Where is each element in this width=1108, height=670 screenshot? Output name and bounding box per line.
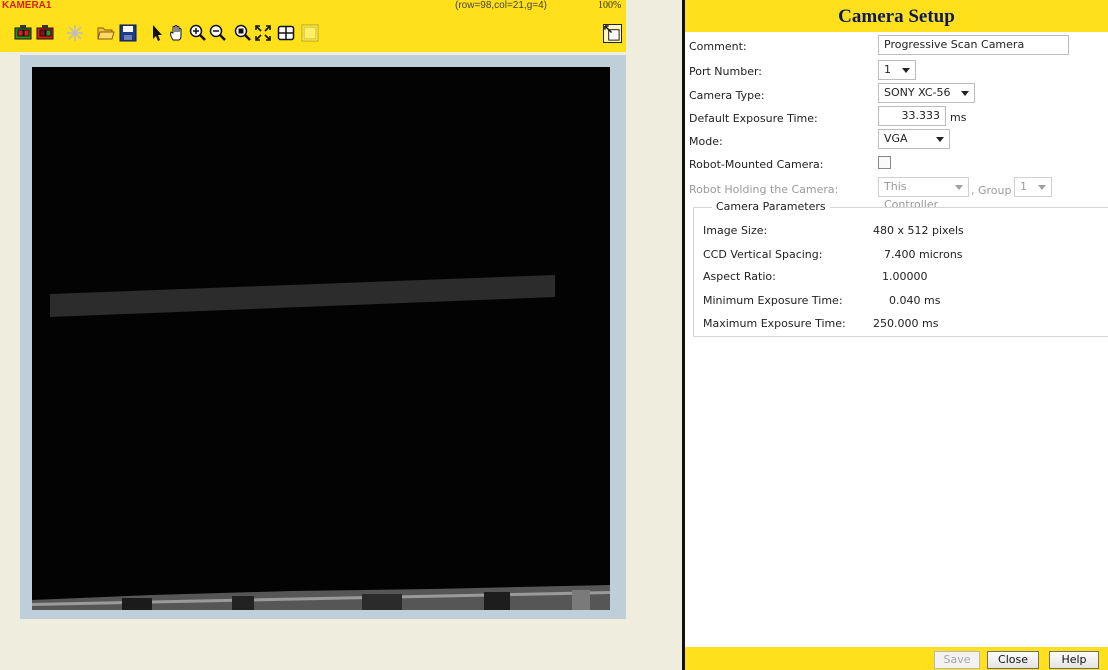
min-exposure-label: Minimum Exposure Time: — [703, 294, 843, 307]
exposure-unit: ms — [950, 111, 967, 124]
max-exposure-label: Maximum Exposure Time: — [703, 317, 846, 330]
pan-button[interactable] — [167, 23, 187, 43]
port-value: 1 — [884, 63, 891, 76]
region-icon — [301, 24, 319, 42]
group-value: 1 — [1020, 180, 1027, 193]
snap-button[interactable] — [13, 23, 33, 43]
viewer-toolbar: KAMERA1 (row=98,col=21,g=4) 100% — [0, 0, 626, 52]
snap-icon — [14, 25, 32, 40]
mode-value: VGA — [884, 132, 908, 145]
pointer-icon — [153, 25, 162, 41]
grid-button[interactable] — [276, 23, 296, 43]
exposure-label: Default Exposure Time: — [689, 112, 818, 125]
comment-input[interactable]: Progressive Scan Camera — [878, 35, 1069, 55]
save-icon — [119, 24, 137, 42]
robot-holding-select[interactable]: This Controller — [878, 177, 969, 211]
camera-name: KAMERA1 — [2, 0, 52, 11]
pointer-button[interactable] — [147, 23, 167, 43]
zoom-level: 100% — [598, 0, 622, 11]
fit-icon — [255, 25, 271, 41]
save-file-button[interactable] — [118, 23, 138, 43]
fit-to-window-button[interactable] — [253, 23, 273, 43]
zoom-out-button[interactable] — [208, 23, 228, 43]
camera-setup-panel: Camera Setup Comment: Progressive Scan C… — [685, 0, 1108, 670]
live-button[interactable] — [35, 23, 55, 43]
chevron-down-icon — [961, 91, 969, 96]
laser-icon — [67, 25, 83, 41]
image-viewer: KAMERA1 (row=98,col=21,g=4) 100% — [0, 0, 680, 670]
zoom-in-button[interactable] — [188, 23, 208, 43]
image-size-value: 480 x 512 pixels — [873, 224, 964, 237]
zoom-out-icon — [209, 24, 226, 41]
exposure-input[interactable]: 33.333 — [878, 106, 946, 126]
mode-label: Mode: — [689, 135, 723, 148]
pan-icon — [170, 25, 182, 41]
robot-mounted-checkbox[interactable] — [878, 156, 891, 169]
port-select[interactable]: 1 — [878, 60, 916, 80]
group-select[interactable]: 1 — [1014, 177, 1052, 197]
camera-type-label: Camera Type: — [689, 89, 765, 102]
aspect-ratio-label: Aspect Ratio: — [703, 270, 776, 283]
help-button[interactable]: Help — [1049, 651, 1099, 669]
panel-title: Camera Setup — [685, 0, 1108, 32]
save-button[interactable]: Save — [934, 651, 980, 669]
actual-size-button[interactable] — [603, 24, 622, 43]
camera-image-content — [32, 67, 610, 610]
pixel-status: (row=98,col=21,g=4) — [455, 0, 548, 11]
zoom-in-icon — [189, 24, 206, 41]
zoom-window-icon — [234, 24, 251, 41]
camera-parameters-group: Camera Parameters Image Size: 480 x 512 … — [693, 200, 1108, 337]
camera-type-select[interactable]: SONY XC-56 — [878, 83, 975, 103]
port-label: Port Number: — [689, 65, 763, 78]
actual-size-icon — [604, 25, 620, 41]
min-exposure-value: 0.040 ms — [889, 294, 941, 307]
robot-holding-label: Robot Holding the Camera: — [689, 183, 839, 196]
max-exposure-value: 250.000 ms — [873, 317, 939, 330]
mode-select[interactable]: VGA — [878, 129, 950, 149]
robot-mounted-label: Robot-Mounted Camera: — [689, 158, 824, 171]
chevron-down-icon — [955, 185, 963, 190]
grid-icon — [277, 25, 295, 41]
chevron-down-icon — [936, 137, 944, 142]
live-icon — [36, 25, 54, 40]
camera-image[interactable] — [32, 67, 610, 610]
image-size-label: Image Size: — [703, 224, 768, 237]
camera-parameters-legend: Camera Parameters — [712, 200, 830, 213]
ccd-spacing-label: CCD Vertical Spacing: — [703, 248, 823, 261]
laser-button[interactable] — [65, 23, 85, 43]
open-button[interactable] — [96, 23, 116, 43]
chevron-down-icon — [902, 68, 910, 73]
aspect-ratio-value: 1.00000 — [882, 270, 928, 283]
open-icon — [97, 27, 115, 40]
image-frame — [20, 55, 626, 619]
camera-type-value: SONY XC-56 — [884, 86, 951, 99]
region-button[interactable] — [300, 23, 320, 43]
zoom-window-button[interactable] — [233, 23, 253, 43]
chevron-down-icon — [1038, 185, 1046, 190]
comment-label: Comment: — [689, 40, 747, 53]
ccd-spacing-value: 7.400 microns — [884, 248, 963, 261]
dialog-footer: Save Close Help — [685, 647, 1108, 670]
close-button[interactable]: Close — [987, 651, 1039, 669]
group-label: , Group — [971, 184, 1012, 197]
